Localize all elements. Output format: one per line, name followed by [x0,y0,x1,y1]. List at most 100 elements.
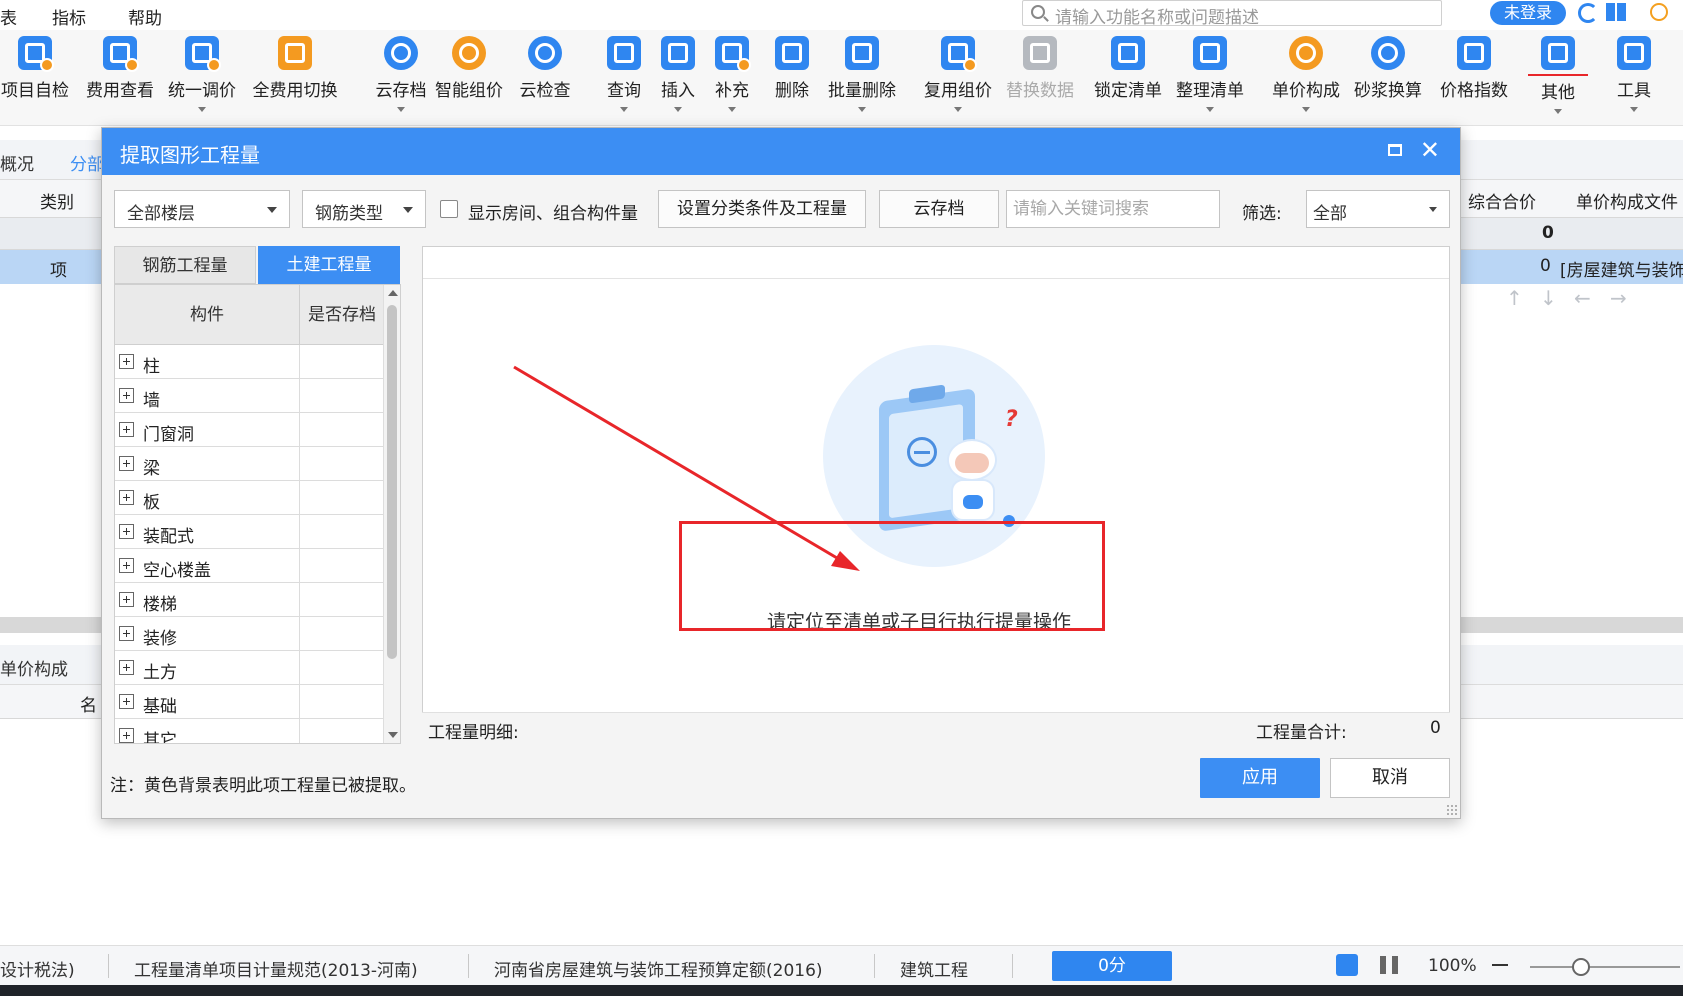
dialog-title-bar[interactable]: 提取图形工程量 ✕ [102,128,1460,175]
lock-list-button[interactable]: 锁定清单 [1090,36,1166,101]
organize-list-button[interactable]: 整理清单 [1172,36,1248,112]
row-total: 0 [1540,256,1551,276]
price-index-button[interactable]: 价格指数 [1436,36,1512,101]
insert-button[interactable]: 插入 [648,36,708,112]
tree-header: 构件 是否存档 [115,285,385,345]
quantity-type-tabs: 钢筋工程量 土建工程量 [114,246,401,284]
layout-split-icon[interactable] [1380,956,1398,974]
expand-icon[interactable] [119,694,134,709]
tree-item-hollow-floor[interactable]: 空心楼盖 [115,549,385,583]
unit-price-composition-button[interactable]: 单价构成 [1268,36,1344,112]
arrow-right-icon[interactable]: → [1610,286,1627,310]
tree-item-column[interactable]: 柱 [115,345,385,379]
tree-item-foundation[interactable]: 基础 [115,685,385,719]
tree-item-decoration[interactable]: 装修 [115,617,385,651]
maximize-icon[interactable] [1388,144,1402,156]
tree-item-prefab[interactable]: 装配式 [115,515,385,549]
keyword-search-input[interactable] [1006,190,1220,228]
insert-icon [661,36,695,70]
arrow-left-icon[interactable]: ← [1574,286,1591,310]
replace-data-icon [1023,36,1057,70]
zoom-slider-track[interactable] [1530,966,1680,968]
filter-label: 筛选: [1242,204,1282,224]
scroll-down-icon[interactable] [388,732,398,738]
supplement-button[interactable]: 补充 [702,36,762,112]
component-tree: 构件 是否存档 柱 墙 门窗洞 梁 板 装配式 空心楼盖 楼梯 装修 土方 基础… [114,284,401,744]
info-icon[interactable] [1650,3,1668,21]
reuse-price-button[interactable]: 复用组价 [920,36,996,112]
cloud-archive-button[interactable]: 云存档 [366,36,436,112]
status-tax: 设计税法) [0,961,75,981]
expand-icon[interactable] [119,558,134,573]
menu-item-indicator[interactable]: 指标 [52,4,86,29]
unified-price-adjust-button[interactable]: 统一调价 [164,36,240,112]
project-selfcheck-button[interactable]: 项目自检 [0,36,70,101]
tools-button[interactable]: 工具 [1604,36,1664,112]
close-icon[interactable]: ✕ [1420,137,1440,163]
batch-delete-button[interactable]: 批量删除 [822,36,902,112]
tab-rebar-quantity[interactable]: 钢筋工程量 [114,246,256,284]
delete-button[interactable]: 删除 [762,36,822,101]
scroll-up-icon[interactable] [388,290,398,296]
login-button[interactable]: 未登录 [1490,1,1566,25]
filter-select[interactable]: 全部 [1306,190,1450,228]
chevron-down-icon [1302,107,1310,112]
status-score-badge[interactable]: 0分 [1052,951,1172,981]
tree-item-earthwork[interactable]: 土方 [115,651,385,685]
tree-scrollbar[interactable] [383,285,400,743]
status-quota: 河南省房屋建筑与装饰工程预算定额(2016) [494,961,823,981]
chevron-down-icon [728,107,736,112]
expand-icon[interactable] [119,354,134,369]
arrow-down-icon[interactable]: ↓ [1540,286,1557,310]
tab-unit-price[interactable]: 单价构成 [0,655,68,680]
menu-item-table[interactable]: 表 [0,4,17,29]
arrow-up-icon[interactable]: ↑ [1506,286,1523,310]
expand-icon[interactable] [119,422,134,437]
cloud-upload-icon [384,36,418,70]
tree-item-other[interactable]: 其它 [115,719,385,743]
cloud-archive-dialog-button[interactable]: 云存档 [879,190,999,228]
rebar-type-select[interactable]: 钢筋类型 [302,190,426,228]
tab-overview[interactable]: 概况 [0,150,34,175]
function-search-box[interactable]: 请输入功能名称或问题描述 [1022,0,1442,28]
mortar-convert-button[interactable]: 砂浆换算 [1350,36,1426,101]
expand-icon[interactable] [119,660,134,675]
query-button[interactable]: 查询 [594,36,654,112]
replace-data-button[interactable]: 替换数据 [1002,36,1078,101]
scrollbar-thumb[interactable] [387,305,397,659]
expand-icon[interactable] [119,524,134,539]
col-archived: 是否存档 [300,285,385,345]
layout-single-icon[interactable] [1336,954,1358,976]
resize-grip-icon[interactable] [1446,804,1458,816]
apply-button[interactable]: 应用 [1200,758,1320,798]
expand-icon[interactable] [119,728,134,743]
expand-icon[interactable] [119,592,134,607]
zoom-slider-knob[interactable] [1572,958,1590,976]
zoom-out-icon[interactable] [1492,964,1508,966]
expand-icon[interactable] [119,490,134,505]
status-spec: 工程量清单项目计量规范(2013-河南) [134,961,418,981]
expand-icon[interactable] [119,456,134,471]
grid-apps-icon[interactable] [1606,3,1626,21]
tree-item-door-window[interactable]: 门窗洞 [115,413,385,447]
expand-icon[interactable] [119,626,134,641]
cloud-check-button[interactable]: 云检查 [510,36,580,101]
expand-icon[interactable] [119,388,134,403]
other-button[interactable]: 其他 [1528,36,1588,114]
cost-view-button[interactable]: 费用查看 [82,36,158,101]
menu-item-help[interactable]: 帮助 [128,4,162,29]
tab-civil-quantity[interactable]: 土建工程量 [258,246,400,284]
cancel-button[interactable]: 取消 [1330,758,1450,798]
tree-item-slab[interactable]: 板 [115,481,385,515]
tree-item-stairs[interactable]: 楼梯 [115,583,385,617]
smart-price-button[interactable]: 智能组价 [432,36,506,101]
tab-fenbu[interactable]: 分部 [70,150,104,175]
show-room-checkbox[interactable] [440,200,458,218]
refresh-icon[interactable] [1578,3,1598,23]
menu-bar: 表 指标 帮助 请输入功能名称或问题描述 未登录 [0,0,1683,30]
set-condition-button[interactable]: 设置分类条件及工程量 [658,190,866,228]
floor-select[interactable]: 全部楼层 [114,190,290,228]
full-cost-switch-button[interactable]: 全费用切换 [248,36,342,101]
tree-item-beam[interactable]: 梁 [115,447,385,481]
tree-item-wall[interactable]: 墙 [115,379,385,413]
